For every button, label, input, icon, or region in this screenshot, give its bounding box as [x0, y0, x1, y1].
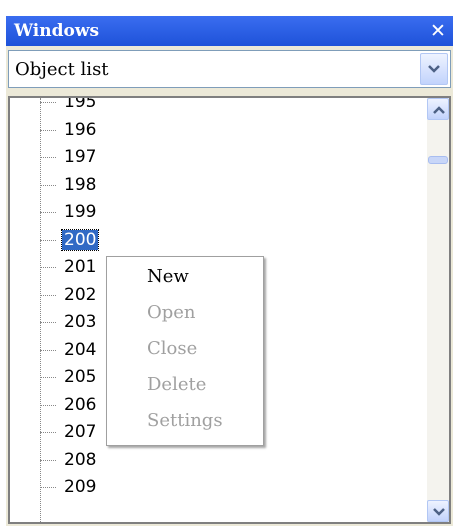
menu-item-settings: Settings — [147, 410, 223, 431]
tree-branch-connector — [40, 175, 56, 186]
panel-titlebar: Windows ✕ — [6, 16, 453, 46]
close-icon[interactable]: ✕ — [427, 19, 449, 43]
panel-title: Windows — [14, 21, 100, 41]
tree-item-label: 206 — [64, 394, 97, 415]
tree-item-label: 203 — [64, 312, 97, 332]
tree-item[interactable]: 195 — [40, 96, 98, 113]
tree-branch-connector — [40, 340, 56, 351]
tree-item-label: 208 — [64, 449, 97, 470]
tree-branch-connector — [40, 285, 56, 296]
tree-item[interactable]: 203 — [40, 312, 98, 333]
tree-item[interactable]: 202 — [40, 285, 98, 306]
tree-branch-connector — [40, 257, 56, 268]
tree-item[interactable]: 197 — [40, 147, 98, 168]
menu-item-delete: Delete — [147, 374, 207, 395]
tree-item[interactable]: 196 — [40, 120, 98, 141]
tree-branch-connector — [40, 312, 56, 323]
tree-item-label: 205 — [64, 367, 97, 387]
tree-item-label: 207 — [64, 422, 97, 442]
tree-item-label: 201 — [64, 257, 97, 277]
tree-item[interactable]: 208 — [40, 450, 98, 471]
menu-item-close: Close — [147, 338, 198, 359]
tree-item[interactable]: 205 — [40, 367, 98, 388]
tree-item-label: 196 — [64, 119, 97, 140]
tree-item[interactable]: 209 — [40, 477, 98, 498]
tree-item-label: 202 — [64, 284, 97, 305]
tree-branch-connector — [40, 147, 56, 158]
tree-item[interactable]: 204 — [40, 340, 98, 361]
tree-branch-connector — [40, 202, 56, 213]
vertical-scrollbar[interactable] — [427, 98, 449, 522]
tree-item-label: 209 — [64, 477, 97, 497]
tree-item-label: 197 — [64, 147, 97, 167]
chevron-down-icon[interactable] — [420, 53, 448, 85]
tree-branch-connector — [40, 98, 56, 103]
tree-branch-connector — [40, 450, 56, 461]
tree-branch-connector — [40, 395, 56, 406]
object-list-dropdown[interactable]: Object list — [8, 50, 451, 88]
tree-item-label: 204 — [64, 339, 97, 360]
scroll-up-button[interactable] — [427, 98, 449, 120]
context-menu: New Open Close Delete Settings — [106, 256, 264, 446]
tree-branch-connector — [40, 422, 56, 433]
tree-item-label: 195 — [64, 96, 97, 112]
tree-item[interactable]: 207 — [40, 422, 98, 443]
tree-item-label: 200 — [60, 228, 100, 251]
menu-item-new[interactable]: New — [107, 260, 263, 294]
tree-item[interactable]: 206 — [40, 395, 98, 416]
scroll-down-button[interactable] — [427, 500, 449, 522]
tree-branch-connector — [40, 120, 56, 131]
tree-item-label: 199 — [64, 202, 97, 222]
tree-branch-connector — [40, 367, 56, 378]
tree-item[interactable]: 200 — [40, 228, 100, 251]
tree-item[interactable]: 199 — [40, 202, 98, 223]
tree-branch-connector — [40, 477, 56, 488]
scrollbar-thumb[interactable] — [428, 156, 448, 164]
tree-item[interactable]: 201 — [40, 257, 98, 278]
menu-item-open: Open — [147, 302, 196, 323]
dropdown-value: Object list — [15, 59, 109, 80]
tree-branch-connector — [40, 230, 56, 241]
tree-item-label: 198 — [64, 174, 97, 195]
tree-item[interactable]: 198 — [40, 175, 98, 196]
